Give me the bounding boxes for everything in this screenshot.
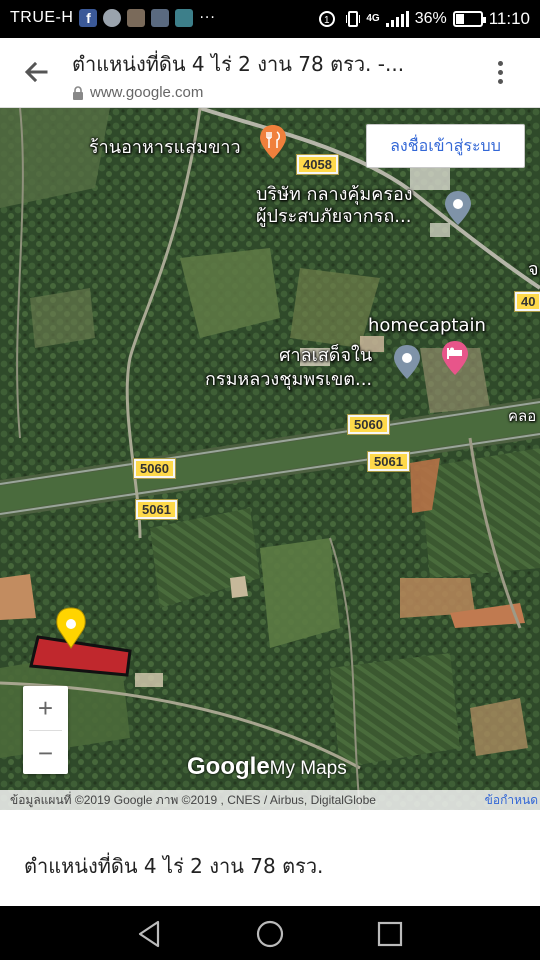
google-mymaps-logo: GoogleMy Maps <box>187 753 347 781</box>
download-icon <box>175 9 194 27</box>
zoom-out-button[interactable]: − <box>23 731 68 775</box>
photo-icon <box>127 9 146 27</box>
page-url: www.google.com <box>90 84 204 101</box>
google-logo-text: Google <box>187 753 270 780</box>
road-shield-40: 40 <box>515 292 540 311</box>
company-label-line2: ผู้ประสบภัยจากรถ... <box>256 206 412 227</box>
vibrate-icon <box>346 11 361 27</box>
mymaps-logo-text: My Maps <box>269 758 347 779</box>
terms-link[interactable]: ข้อกำหนด <box>485 790 540 810</box>
road-shield-5061: 5061 <box>136 500 177 519</box>
sign-in-button[interactable]: ลงชื่อเข้าสู่ระบบ <box>366 124 525 168</box>
svg-text:1: 1 <box>324 15 330 26</box>
signal-icon <box>385 11 409 27</box>
lock-icon <box>73 85 83 100</box>
clock: 11:10 <box>488 9 530 28</box>
restaurant-icon[interactable] <box>258 124 288 160</box>
edge-label: จ <box>528 259 539 280</box>
road-shield-4058: 4058 <box>297 155 338 174</box>
battery-percent: 36% <box>414 10 447 27</box>
facebook-icon: f <box>79 9 98 27</box>
android-nav-bar <box>0 906 540 960</box>
url-row: www.google.com <box>72 84 203 101</box>
place-title: ตำแหน่งที่ดิน 4 ไร่ 2 งาน 78 ตรว. <box>24 854 324 878</box>
shrine-label-line1: ศาลเสด็จใน <box>279 345 373 366</box>
road-shield-5061: 5061 <box>368 452 409 471</box>
canal-label: คลอ <box>508 407 537 425</box>
carrier-name: TRUE-H <box>10 9 74 26</box>
circle-app-icon <box>103 9 122 27</box>
zoom-in-button[interactable]: + <box>23 686 68 730</box>
place-info-panel[interactable]: ตำแหน่งที่ดิน 4 ไร่ 2 งาน 78 ตรว. <box>0 810 540 906</box>
gallery-icon <box>151 9 170 27</box>
page-title: ตำแหน่งที่ดิน 4 ไร่ 2 งาน 78 ตรว. -... <box>72 52 405 76</box>
road-shield-5060: 5060 <box>134 459 175 478</box>
nav-home-icon[interactable] <box>254 918 286 950</box>
shrine-label: ศาลเสด็จใน กรมหลวงชุมพรเขต... <box>205 344 372 392</box>
network-type: 4G <box>366 13 380 24</box>
nav-back-icon[interactable] <box>134 918 166 950</box>
browser-title-bar: ตำแหน่งที่ดิน 4 ไร่ 2 งาน 78 ตรว. -... w… <box>0 38 540 108</box>
company-label-line1: บริษัท กลางคุ้มครอง <box>256 184 413 205</box>
status-bar: TRUE-H f ··· 1 4G 36% 11:10 <box>0 0 540 38</box>
road-shield-5060: 5060 <box>348 415 389 434</box>
overflow-menu-icon[interactable] <box>488 56 512 88</box>
shrine-pin-icon[interactable] <box>392 344 422 380</box>
back-arrow-icon[interactable] <box>20 56 52 88</box>
restaurant-label: ร้านอาหารแสมขาว <box>89 137 241 158</box>
nav-recents-icon[interactable] <box>374 918 406 950</box>
shrine-label-line2: กรมหลวงชุมพรเขต... <box>205 369 373 390</box>
map-view[interactable]: ร้านอาหารแสมขาว บริษัท กลางคุ้มครอง ผู้ป… <box>0 108 540 810</box>
battery-icon <box>452 11 486 27</box>
attribution-text: ข้อมูลแผนที่ ©2019 Google ภาพ ©2019 , CN… <box>10 793 376 807</box>
hotspot-icon: 1 <box>319 11 336 27</box>
place-pin-icon[interactable] <box>443 190 473 226</box>
company-label: บริษัท กลางคุ้มครอง ผู้ประสบภัยจากรถ... <box>256 184 413 228</box>
more-notifications: ··· <box>199 10 216 26</box>
zoom-control: + − <box>23 686 68 774</box>
hotel-label: homecaptain <box>368 315 486 336</box>
hotel-icon[interactable] <box>440 340 470 376</box>
map-attribution: ข้อมูลแผนที่ ©2019 Google ภาพ ©2019 , CN… <box>0 790 540 810</box>
